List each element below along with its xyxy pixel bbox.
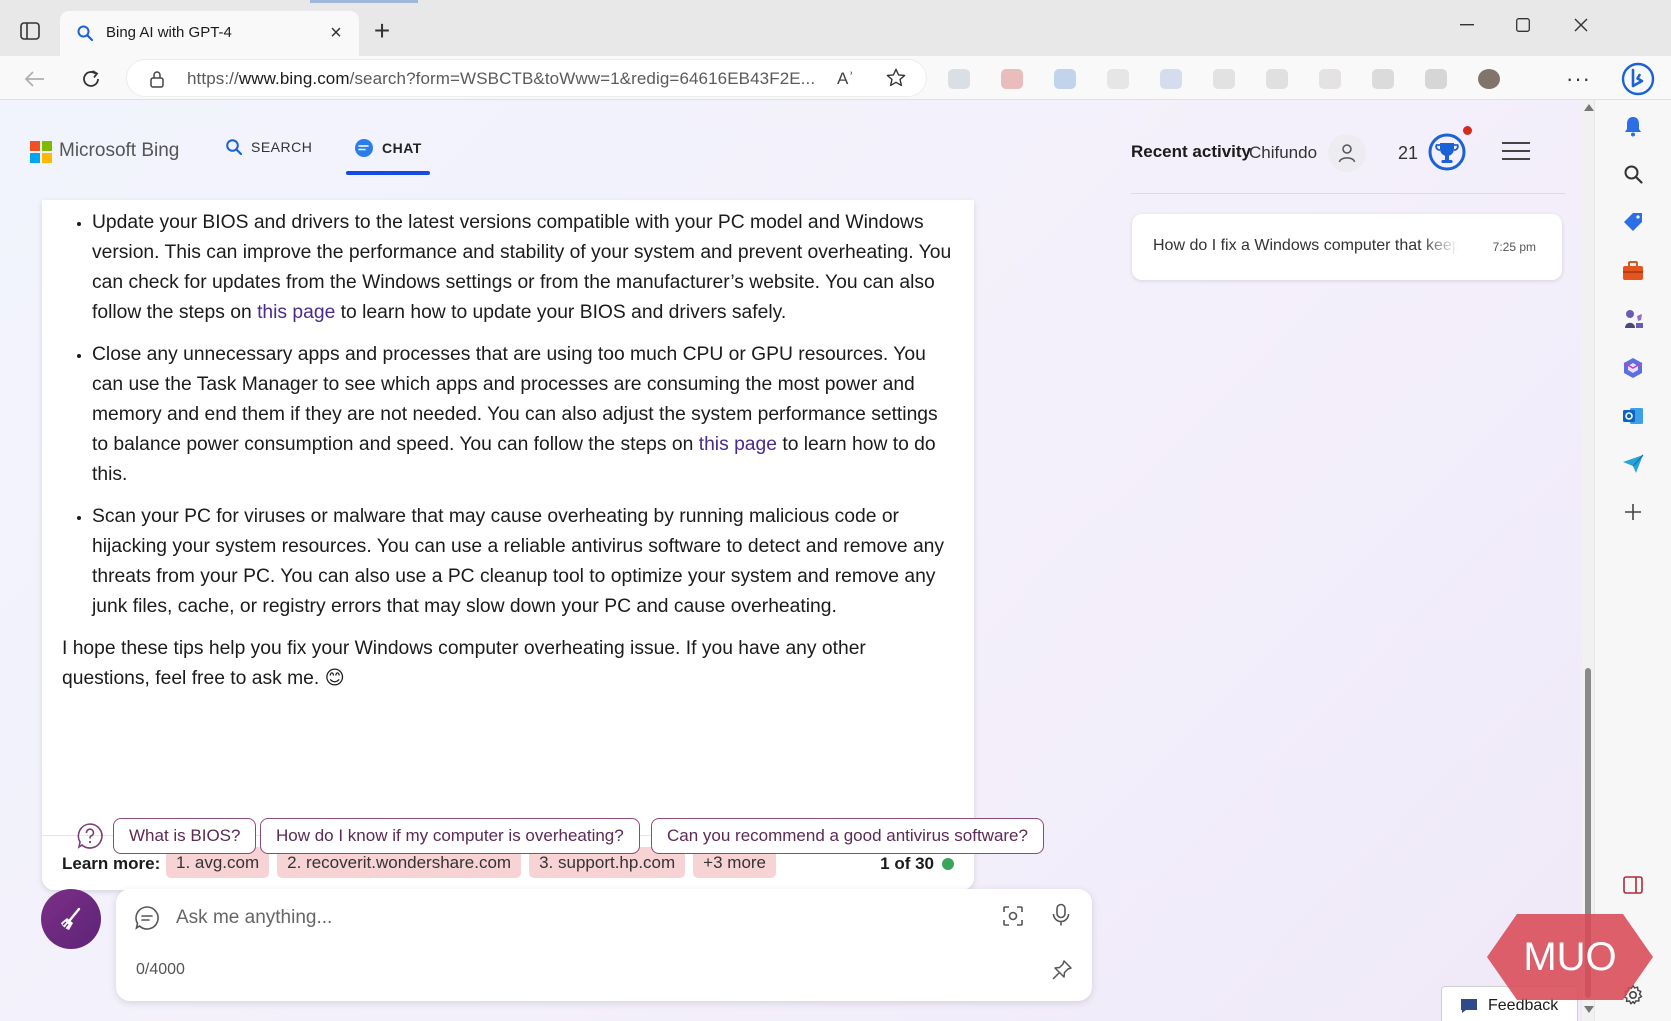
read-aloud-icon[interactable]: Aʾ [837, 69, 854, 89]
broom-icon [55, 903, 87, 935]
character-counter: 0/4000 [136, 961, 185, 979]
recent-activity-text: How do I fix a Windows computer that kee… [1153, 237, 1458, 255]
scroll-up-arrow-icon[interactable] [1584, 104, 1594, 111]
nav-chat-tab[interactable]: CHAT [346, 130, 430, 175]
bing-header: Microsoft Bing SEARCH CHAT Recent activi… [0, 100, 1590, 180]
minimize-icon[interactable] [1452, 13, 1482, 37]
send-drop-icon[interactable] [1621, 452, 1645, 476]
page-scrollbar[interactable] [1582, 100, 1594, 1021]
tab-title: Bing AI with GPT-4 [106, 24, 232, 41]
recent-activity-title: Recent activity [1131, 142, 1251, 162]
turn-counter: 1 of 30 [880, 854, 954, 874]
pin-icon[interactable] [1051, 959, 1073, 986]
close-window-icon[interactable] [1566, 13, 1596, 37]
add-icon[interactable] [1621, 500, 1645, 524]
microsoft-logo-icon[interactable] [30, 141, 52, 163]
nav-search-tab[interactable]: SEARCH [225, 138, 312, 156]
active-tab-indicator [346, 171, 430, 175]
bing-copilot-icon[interactable] [1617, 58, 1659, 100]
visual-search-icon[interactable] [1002, 905, 1024, 932]
extension-icon[interactable] [1425, 69, 1447, 89]
list-item: Update your BIOS and drivers to the late… [92, 208, 954, 328]
scroll-down-arrow-icon[interactable] [1584, 1006, 1594, 1013]
lock-icon[interactable] [149, 70, 165, 93]
extension-icon[interactable] [1001, 69, 1023, 89]
shopping-tag-icon[interactable] [1621, 210, 1645, 234]
favorite-star-icon[interactable] [885, 67, 907, 94]
extension-icon[interactable] [1266, 69, 1288, 89]
microsoft-365-icon[interactable] [1621, 356, 1645, 380]
browser-toolbar: https://www.bing.com/search?form=WSBCTB&… [0, 56, 1671, 100]
edge-sidebar [1594, 100, 1671, 1021]
back-icon[interactable] [20, 64, 50, 94]
new-topic-button[interactable] [41, 889, 101, 949]
chat-input[interactable] [176, 903, 926, 933]
chat-icon [354, 138, 374, 158]
extension-icon[interactable] [948, 69, 970, 89]
refresh-icon[interactable] [76, 64, 106, 94]
list-item: Scan your PC for viruses or malware that… [92, 502, 954, 622]
search-icon [76, 24, 96, 44]
source-link[interactable]: this page [699, 434, 777, 455]
suggestion-chip[interactable]: How do I know if my computer is overheat… [260, 818, 640, 854]
tab-actions-icon[interactable] [16, 18, 44, 44]
rewards-trophy-icon[interactable] [1427, 132, 1467, 172]
recent-activity-time: 7:25 pm [1493, 240, 1536, 254]
extension-icon[interactable] [1319, 69, 1341, 89]
closing-text: I hope these tips help you fix your Wind… [62, 634, 954, 694]
chat-input-box: 0/4000 [116, 889, 1092, 1001]
chat-response-body: Update your BIOS and drivers to the late… [42, 200, 974, 835]
extension-icon[interactable] [1054, 69, 1076, 89]
status-dot [942, 858, 954, 870]
split-screen-icon[interactable] [1621, 873, 1645, 897]
bell-icon[interactable] [1621, 114, 1645, 138]
learn-more-label: Learn more: [62, 854, 160, 874]
maximize-icon[interactable] [1508, 13, 1538, 37]
search-icon[interactable] [1621, 162, 1645, 186]
more-options-icon[interactable]: ··· [1566, 66, 1591, 92]
question-help-icon[interactable] [76, 822, 104, 850]
notification-dot [1463, 126, 1472, 135]
suggestion-chip[interactable]: Can you recommend a good antivirus softw… [651, 818, 1044, 854]
suggestion-chip[interactable]: What is BIOS? [113, 818, 256, 854]
search-icon [225, 138, 243, 156]
recent-activity-item[interactable]: How do I fix a Windows computer that kee… [1132, 214, 1562, 280]
brand-name[interactable]: Microsoft Bing [59, 140, 179, 162]
source-link[interactable]: this page [257, 302, 335, 323]
games-chess-icon[interactable] [1621, 307, 1645, 331]
extension-icon[interactable] [1213, 69, 1235, 89]
tips-list: Update your BIOS and drivers to the late… [92, 208, 954, 622]
tab-loading-bar [310, 0, 418, 3]
chat-bubble-icon [134, 905, 160, 936]
new-tab-button[interactable]: + [368, 18, 396, 46]
microphone-icon[interactable] [1051, 903, 1071, 932]
svg-text:MUO: MUO [1523, 935, 1616, 979]
outlook-icon[interactable] [1621, 404, 1645, 428]
user-avatar-icon[interactable] [1328, 134, 1366, 172]
feedback-icon [1460, 998, 1478, 1014]
url-text[interactable]: https://www.bing.com/search?form=WSBCTB&… [187, 69, 815, 89]
extension-icon[interactable] [1372, 69, 1394, 89]
profile-avatar[interactable] [1478, 69, 1500, 89]
chat-response-card: Update your BIOS and drivers to the late… [42, 200, 974, 890]
tools-briefcase-icon[interactable] [1621, 259, 1645, 283]
active-tab[interactable]: Bing AI with GPT-4 × [60, 11, 359, 56]
rewards-points[interactable]: 21 [1398, 143, 1418, 164]
tab-strip: Bing AI with GPT-4 × + [0, 0, 1671, 56]
user-name[interactable]: Chifundo [1249, 143, 1317, 163]
recent-divider [1131, 193, 1565, 194]
extensions-strip [948, 66, 1528, 92]
hamburger-menu-icon[interactable] [1502, 142, 1530, 162]
bing-chat-page: Microsoft Bing SEARCH CHAT Recent activi… [0, 100, 1590, 1021]
list-item: Close any unnecessary apps and processes… [92, 340, 954, 490]
extension-icon[interactable] [1160, 69, 1182, 89]
address-bar[interactable]: https://www.bing.com/search?form=WSBCTB&… [126, 59, 927, 97]
close-tab-icon[interactable]: × [327, 24, 345, 42]
muo-watermark-logo: MUO [1487, 914, 1653, 1000]
extension-icon[interactable] [1107, 69, 1129, 89]
